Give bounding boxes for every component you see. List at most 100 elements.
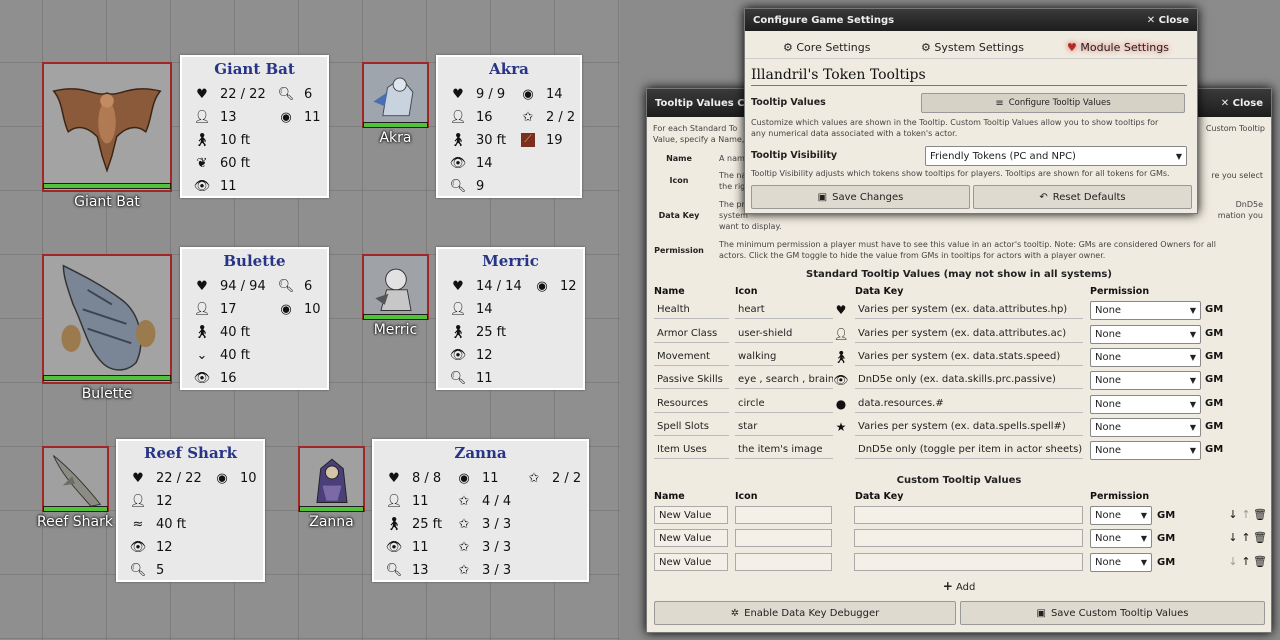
- help-text-datakey-2-right: mation you: [1217, 211, 1263, 220]
- save-custom-values-button[interactable]: ▣ Save Custom Tooltip Values: [960, 601, 1265, 625]
- configure-tooltip-values-button[interactable]: ≡ Configure Tooltip Values: [921, 93, 1185, 113]
- std-icon-health: heart: [735, 301, 833, 319]
- gm-toggle[interactable]: GM: [1205, 304, 1223, 315]
- token-name: Bulette: [81, 386, 133, 402]
- custom-datakey-input[interactable]: [854, 506, 1083, 524]
- token-giant-bat[interactable]: [42, 62, 172, 192]
- permission-select-item-uses[interactable]: None ▼: [1090, 441, 1201, 460]
- token-name: Giant Bat: [74, 194, 140, 210]
- giant-bat-portrait: [44, 64, 170, 190]
- gm-toggle[interactable]: GM: [1157, 510, 1175, 521]
- help-text-datakey-3: want to display.: [719, 222, 782, 231]
- enable-debugger-button[interactable]: ✲ Enable Data Key Debugger: [654, 601, 956, 625]
- window-header[interactable]: Configure Game Settings ✕ Close: [745, 9, 1197, 31]
- custom-name-input[interactable]: New Value: [654, 506, 728, 524]
- permission-select-spell-slots[interactable]: None ▼: [1090, 418, 1201, 437]
- custom-icon-input[interactable]: [735, 506, 832, 524]
- add-button[interactable]: + Add: [647, 579, 1271, 593]
- gm-toggle[interactable]: GM: [1205, 351, 1223, 362]
- gm-toggle[interactable]: GM: [1157, 533, 1175, 544]
- angle-double-down-icon: ⌄: [196, 347, 208, 363]
- heart-icon: ♥: [196, 278, 208, 294]
- stat-walk: 🚶︎ 25 ft: [449, 324, 507, 340]
- token-merric[interactable]: [362, 254, 429, 320]
- cogs-icon: ⚙: [921, 41, 931, 54]
- custom-permission-select[interactable]: None ▼: [1090, 506, 1152, 525]
- close-button[interactable]: ✕ Close: [1147, 15, 1189, 26]
- stat-health: ♥ 9 / 9: [450, 85, 505, 103]
- permission-select-health[interactable]: None ▼: [1090, 301, 1201, 320]
- trash-icon[interactable]: 🗑︎: [1252, 508, 1268, 521]
- help-text-icon: The na: [719, 171, 747, 180]
- token-akra[interactable]: [362, 62, 429, 128]
- token-bulette[interactable]: [42, 254, 172, 384]
- stat-passive-insight: ◉ 11: [456, 469, 498, 487]
- chevron-down-icon: ▼: [1140, 558, 1147, 567]
- stat-spell-slots-3: ✩ 3 / 3: [456, 538, 512, 556]
- reset-defaults-button[interactable]: ↶ Reset Defaults: [973, 185, 1192, 209]
- stat-burrow: ⌄ 40 ft: [194, 346, 251, 364]
- intro-text-right: Custom Tooltip: [1205, 124, 1265, 133]
- stat-spell-slots-1: ✩ 4 / 4: [456, 492, 512, 510]
- permission-select-movement[interactable]: None ▼: [1090, 348, 1201, 367]
- token-reef-shark[interactable]: [42, 446, 109, 512]
- tooltip-giant-bat: Giant Bat ♥ 22 / 22 🔍︎ 6 👤︎ 13 ◉ 11 🚶︎ 10 ft …: [180, 55, 329, 198]
- tooltip-zanna: Zanna ♥ 8 / 8 ◉ 11 ✩ 2 / 2 👤︎ 11 ✩ 4 / 4 🚶︎ 25…: [372, 439, 589, 582]
- stat-passive-perception: 👁︎ 12: [449, 347, 493, 363]
- user-shield-icon: 👤︎: [449, 301, 467, 317]
- token-zanna[interactable]: [298, 446, 365, 512]
- custom-datakey-input[interactable]: [854, 529, 1083, 547]
- heart-icon: ♥: [452, 278, 464, 294]
- stat-item-uses: ⟋ 19: [520, 131, 563, 149]
- gm-toggle[interactable]: GM: [1205, 421, 1223, 432]
- permission-select-resources[interactable]: None ▼: [1090, 395, 1201, 414]
- stat-spell-slots: ✩ 2 / 2: [520, 108, 576, 126]
- stat-armor-class: 👤︎ 12: [129, 493, 173, 509]
- star-icon: ✩: [458, 516, 470, 532]
- search-icon: 🔍︎: [385, 562, 403, 578]
- close-button[interactable]: ✕ Close: [1221, 98, 1263, 109]
- trash-icon[interactable]: 🗑︎: [1252, 531, 1268, 544]
- tooltip-reef-shark: Reef Shark ♥ 22 / 22 ◉ 10 👤︎ 12 ≈40 ft 👁︎ 12…: [116, 439, 265, 582]
- gm-toggle[interactable]: GM: [1205, 328, 1223, 339]
- gm-toggle[interactable]: GM: [1157, 557, 1175, 568]
- custom-name-input[interactable]: New Value: [654, 553, 728, 571]
- col-header-datakey: Data Key: [855, 286, 904, 297]
- tab-system-settings[interactable]: ⚙ System Settings: [921, 41, 1024, 54]
- tooltip-visibility-select[interactable]: Friendly Tokens (PC and NPC) ▼: [925, 146, 1187, 166]
- std-key-movement: Varies per system (ex. data.stats.speed): [855, 348, 1083, 366]
- gm-toggle[interactable]: GM: [1205, 444, 1223, 455]
- plug-icon: ♥: [1067, 41, 1077, 54]
- hp-bar: [43, 183, 171, 189]
- intro-text-2: Value, specify a Name,: [653, 135, 745, 144]
- gm-toggle[interactable]: GM: [1205, 374, 1223, 385]
- custom-col-header-name: Name: [654, 491, 685, 502]
- stat-passive-investigation: 🔍︎ 6: [277, 86, 313, 102]
- custom-icon-input[interactable]: [735, 553, 832, 571]
- brain-icon: ◉: [280, 301, 292, 317]
- stat-passive-perception: 👁︎ 12: [129, 539, 173, 555]
- stat-armor-class: 👤︎ 13: [193, 109, 237, 125]
- custom-values-heading: Custom Tooltip Values: [896, 475, 1022, 486]
- heart-icon: ♥: [196, 86, 208, 102]
- tab-core-settings[interactable]: ⚙ Core Settings: [783, 41, 870, 54]
- stat-spell-slots-2: ✩ 3 / 3: [456, 515, 512, 533]
- custom-name-input[interactable]: New Value: [654, 529, 728, 547]
- custom-permission-select[interactable]: None ▼: [1090, 529, 1152, 548]
- custom-icon-input[interactable]: [735, 529, 832, 547]
- save-changes-button[interactable]: ▣ Save Changes: [751, 185, 970, 209]
- eye-icon: 👁︎: [385, 539, 403, 555]
- trash-icon[interactable]: 🗑︎: [1252, 555, 1268, 568]
- custom-datakey-input[interactable]: [854, 553, 1083, 571]
- tab-module-settings[interactable]: ♥ Module Settings: [1067, 41, 1169, 54]
- permission-select-passive-skills[interactable]: None ▼: [1090, 371, 1201, 390]
- help-label-datakey: Data Key: [658, 211, 700, 220]
- std-key-armor-class: Varies per system (ex. data.attributes.a…: [855, 325, 1083, 343]
- permission-select-armor-class[interactable]: None ▼: [1090, 325, 1201, 344]
- gm-toggle[interactable]: GM: [1205, 398, 1223, 409]
- stat-passive-investigation: 🔍︎ 5: [129, 562, 165, 578]
- list-icon: ≡: [995, 97, 1004, 109]
- tooltip-title: Merric: [482, 252, 539, 270]
- custom-permission-select[interactable]: None ▼: [1090, 553, 1152, 572]
- standard-values-heading: Standard Tooltip Values (may not show in…: [806, 269, 1112, 280]
